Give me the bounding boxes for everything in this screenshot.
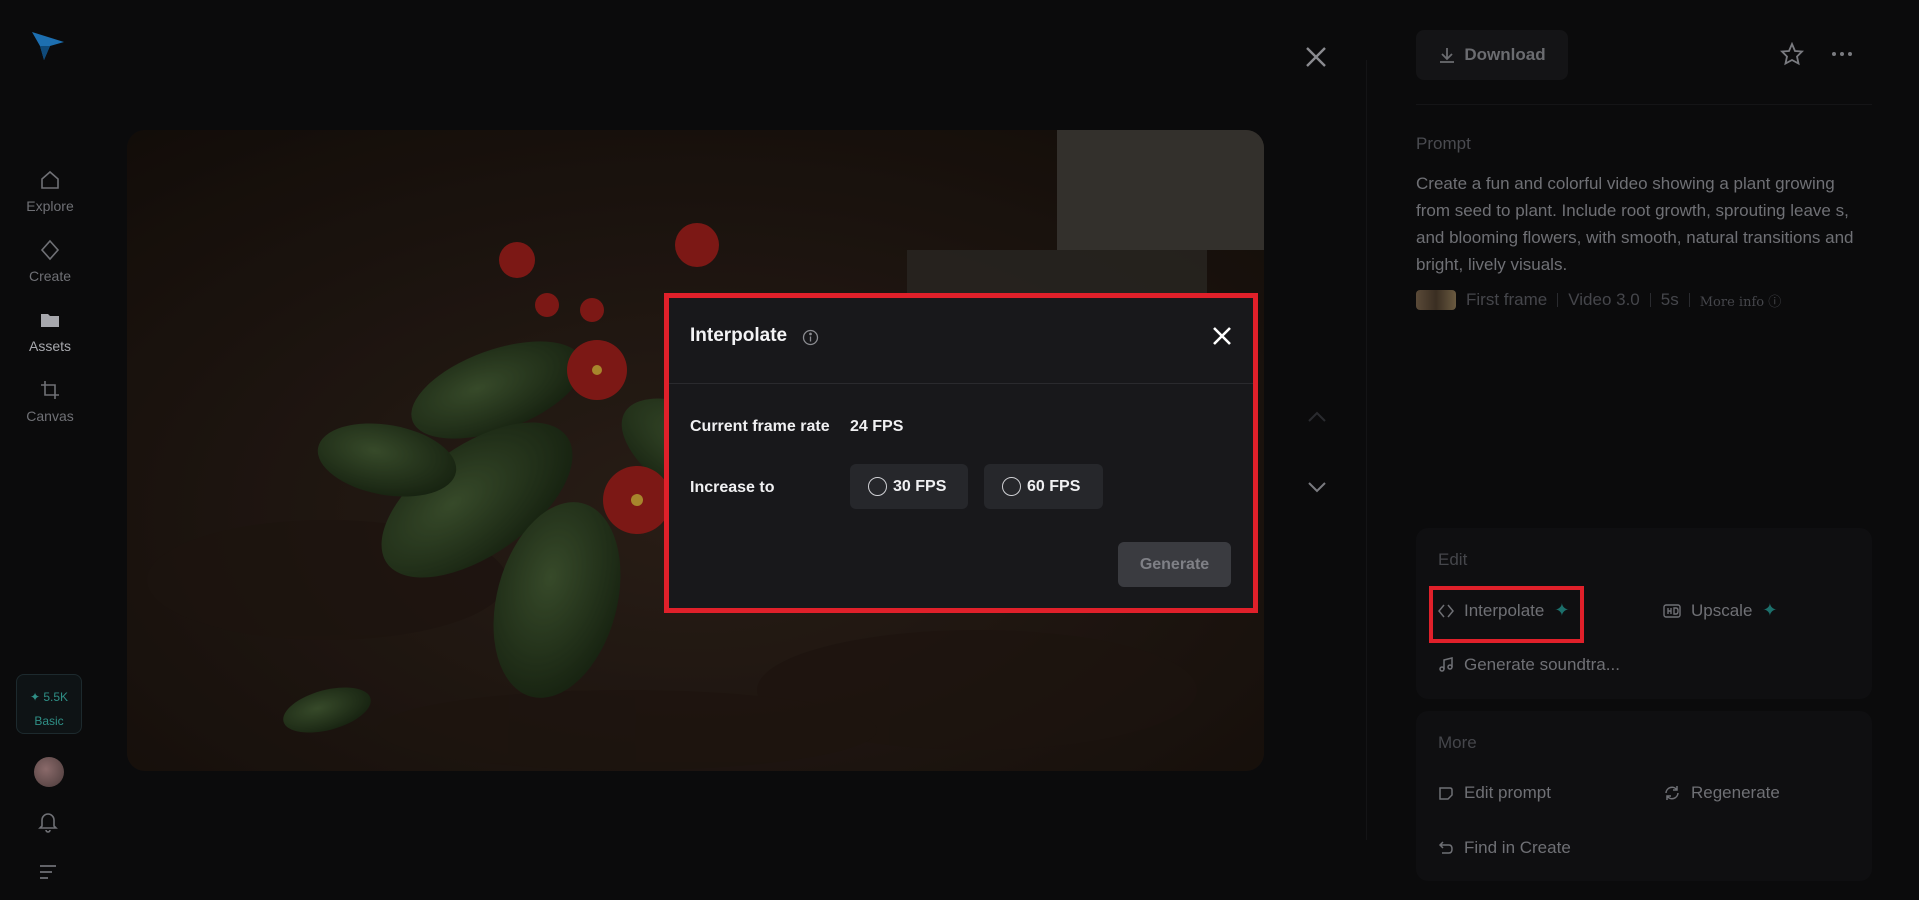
fps-60-option[interactable]: 60 FPS bbox=[984, 464, 1103, 509]
nav-canvas-label: Canvas bbox=[26, 408, 74, 424]
logo-icon[interactable] bbox=[30, 28, 66, 64]
fps-30-label: 30 FPS bbox=[893, 477, 947, 495]
nav-create-label: Create bbox=[28, 268, 72, 284]
regenerate-label: Regenerate bbox=[1691, 783, 1780, 802]
panel-divider bbox=[1366, 60, 1367, 840]
details-panel: Download Prompt Create a fun and colorfu… bbox=[1416, 0, 1872, 900]
more-info-link[interactable]: More info ⓘ bbox=[1700, 291, 1782, 310]
nav-assets[interactable]: Assets bbox=[0, 308, 100, 354]
edit-title: Edit bbox=[1438, 550, 1468, 569]
meta-separator bbox=[1688, 293, 1690, 307]
more-info-label: More info bbox=[1699, 294, 1765, 310]
soundtrack-label: Generate soundtra... bbox=[1464, 655, 1620, 674]
soundtrack-action[interactable]: Generate soundtra... bbox=[1438, 655, 1620, 675]
interpolate-modal: Interpolate Current frame rate 24 FPS In… bbox=[664, 293, 1258, 613]
radio-button[interactable] bbox=[1002, 477, 1021, 496]
download-button[interactable]: Download bbox=[1416, 30, 1568, 80]
download-icon bbox=[1440, 48, 1455, 63]
generation-meta: First frame Video 3.0 5s More info ⓘ bbox=[1416, 290, 1781, 310]
return-icon bbox=[1438, 841, 1453, 854]
credits-amount: ✦ 5.5K bbox=[29, 690, 69, 704]
meta-separator bbox=[1557, 293, 1559, 307]
edit-prompt-icon bbox=[1439, 787, 1453, 800]
find-in-create-action[interactable]: Find in Create bbox=[1438, 838, 1571, 858]
menu-icon[interactable] bbox=[38, 864, 58, 880]
bell-icon[interactable] bbox=[38, 811, 58, 833]
nav-assets-label: Assets bbox=[28, 338, 71, 354]
download-label: Download bbox=[1464, 45, 1546, 64]
more-card: More Edit prompt Regenerate Find in Crea… bbox=[1416, 711, 1872, 881]
current-frame-rate-value: 24 FPS bbox=[850, 418, 904, 435]
chevron-down-icon[interactable] bbox=[1305, 475, 1329, 499]
nav-canvas[interactable]: Canvas bbox=[0, 378, 100, 424]
fps-60-label: 60 FPS bbox=[1027, 477, 1081, 495]
modal-header: Interpolate bbox=[669, 298, 1253, 384]
diamond-icon bbox=[40, 239, 60, 261]
prompt-label: Prompt bbox=[1416, 134, 1471, 153]
chevron-up-icon[interactable] bbox=[1305, 405, 1329, 429]
sparkle-icon: ✦ bbox=[1762, 600, 1778, 620]
duration-label: 5s bbox=[1660, 290, 1679, 309]
info-icon[interactable] bbox=[802, 329, 819, 346]
first-frame-label: First frame bbox=[1466, 290, 1548, 309]
regenerate-action[interactable]: Regenerate bbox=[1663, 783, 1780, 803]
edit-prompt-label: Edit prompt bbox=[1464, 783, 1551, 802]
regenerate-icon bbox=[1665, 786, 1679, 800]
find-in-create-label: Find in Create bbox=[1464, 838, 1571, 857]
model-label: Video 3.0 bbox=[1568, 290, 1640, 309]
hd-icon bbox=[1663, 603, 1681, 618]
nav-explore-label: Explore bbox=[26, 198, 74, 214]
interpolate-highlight bbox=[1429, 586, 1584, 643]
edit-prompt-action[interactable]: Edit prompt bbox=[1438, 783, 1551, 803]
upscale-label: Upscale bbox=[1691, 600, 1753, 620]
meta-separator bbox=[1649, 293, 1651, 307]
more-options-icon[interactable] bbox=[1830, 42, 1854, 66]
credits-plan: Basic bbox=[34, 714, 64, 728]
fps-30-option[interactable]: 30 FPS bbox=[850, 464, 968, 509]
close-modal-icon[interactable] bbox=[1211, 325, 1233, 347]
generate-button[interactable]: Generate bbox=[1118, 542, 1231, 587]
nav-create[interactable]: Create bbox=[0, 238, 100, 284]
upscale-action[interactable]: Upscale ✦ bbox=[1663, 600, 1778, 621]
radio-button[interactable] bbox=[868, 477, 887, 496]
more-title: More bbox=[1438, 733, 1477, 752]
header-divider bbox=[1416, 104, 1872, 105]
star-icon[interactable] bbox=[1780, 42, 1804, 66]
home-icon bbox=[41, 170, 59, 189]
current-frame-rate-label: Current frame rate bbox=[690, 418, 830, 435]
increase-to-label: Increase to bbox=[690, 479, 775, 496]
folder-icon bbox=[41, 314, 59, 327]
avatar[interactable] bbox=[34, 757, 64, 787]
music-note-icon bbox=[1439, 657, 1453, 672]
modal-title: Interpolate bbox=[690, 325, 788, 346]
prompt-text: Create a fun and colorful video showing … bbox=[1416, 174, 1854, 274]
nav-explore[interactable]: Explore bbox=[0, 168, 100, 214]
left-sidebar: Explore Create Assets Canvas ✦ 5.5K Basi… bbox=[0, 0, 100, 900]
crop-icon bbox=[41, 381, 59, 399]
close-viewer-icon[interactable] bbox=[1303, 44, 1329, 70]
first-frame-thumbnail[interactable] bbox=[1416, 290, 1456, 310]
credits-badge[interactable]: ✦ 5.5K Basic bbox=[16, 674, 82, 734]
